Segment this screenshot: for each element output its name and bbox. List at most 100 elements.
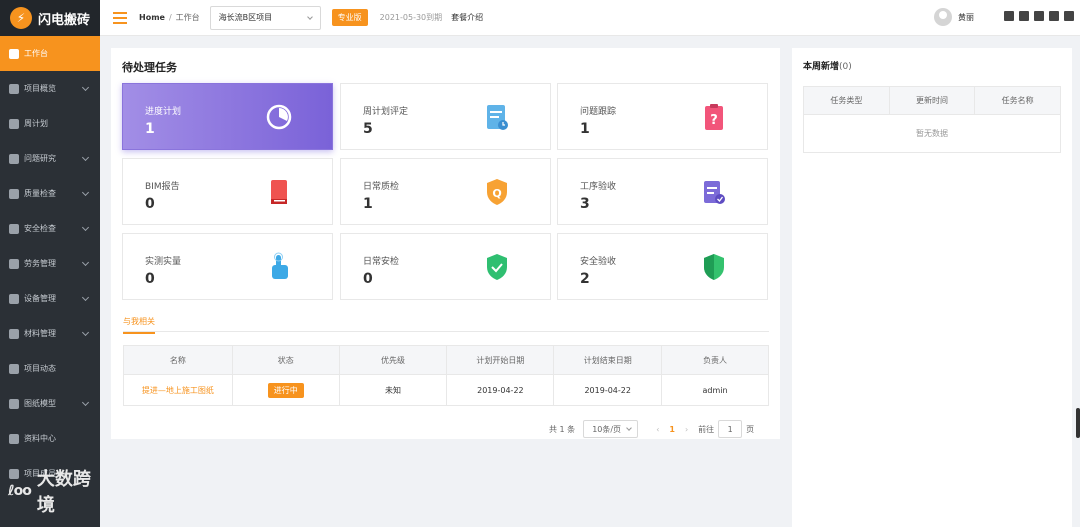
card-count: 1 xyxy=(363,196,373,212)
panel-title: 本周新增(0) xyxy=(803,59,852,72)
card-count: 1 xyxy=(580,121,590,137)
page-size-select[interactable]: 10条/页 xyxy=(583,420,639,438)
priority-cell: 未知 xyxy=(338,374,448,406)
svg-text:?: ? xyxy=(710,113,718,128)
document-icon[interactable] xyxy=(1049,11,1059,21)
expire-date: 2021-05-30到期 xyxy=(379,13,443,22)
watermark-text: 大数跨境 xyxy=(36,469,91,516)
total-count: 共 1 条 xyxy=(549,424,576,434)
page-unit-label: 页 xyxy=(746,424,755,434)
cube-icon[interactable] xyxy=(1019,11,1029,21)
watermark: ℓoo 大数跨境 xyxy=(8,465,100,517)
sidebar-item-news[interactable]: 项目动态 xyxy=(0,351,100,386)
sidebar-item-label: 周计划 xyxy=(24,119,48,128)
task-card-process-acceptance[interactable]: 工序验收 3 xyxy=(557,158,768,225)
logout-icon[interactable] xyxy=(1064,11,1074,21)
sidebar-item-label: 工作台 xyxy=(24,49,48,58)
chevron-down-icon xyxy=(81,188,90,197)
scrollbar[interactable] xyxy=(1076,408,1080,438)
home-icon xyxy=(9,83,19,94)
sidebar-item-quality[interactable]: 质量检查 xyxy=(0,176,100,211)
card-count: 5 xyxy=(363,121,373,137)
goto-page-input[interactable]: 1 xyxy=(718,420,743,438)
package-link[interactable]: 套餐介绍 xyxy=(451,12,483,23)
chevron-down-icon xyxy=(81,153,90,162)
task-table: 名称 状态 优先级 计划开始日期 计划结束日期 负责人 提进—地上施工图纸 进行… xyxy=(123,345,769,406)
avatar xyxy=(934,8,952,26)
card-label: 进度计划 xyxy=(145,107,182,117)
owner-cell: admin xyxy=(661,374,769,406)
sidebar-item-materials[interactable]: 材料管理 xyxy=(0,316,100,351)
task-card-measurement[interactable]: 实测实量 0 xyxy=(122,233,333,300)
sidebar-item-issues[interactable]: 问题研究 xyxy=(0,141,100,176)
prev-page-button[interactable]: ‹ xyxy=(656,425,659,434)
sidebar-nav: 工作台 项目概览 周计划 问题研究 质量检查 安全检查 劳务管理 设备管理 材料… xyxy=(0,36,100,491)
briefcase-icon xyxy=(9,258,19,269)
sidebar-item-label: 图纸模型 xyxy=(24,399,56,408)
page-size-value: 10条/页 xyxy=(592,424,622,434)
sidebar-item-overview[interactable]: 项目概览 xyxy=(0,71,100,106)
sidebar-item-label: 材料管理 xyxy=(24,329,56,338)
column-header: 负责人 xyxy=(661,345,769,375)
logo[interactable]: ⚡ 闪电搬砖 xyxy=(0,0,100,36)
clipboard-check-icon xyxy=(704,181,725,204)
next-page-button[interactable]: › xyxy=(685,425,688,434)
chevron-down-icon xyxy=(81,83,90,92)
book-icon xyxy=(271,180,287,204)
chevron-down-icon xyxy=(81,223,90,232)
panel-count: (0) xyxy=(839,62,852,72)
project-select[interactable]: 海长流B区项目 xyxy=(209,5,321,30)
tab-related-to-me[interactable]: 与我相关 xyxy=(123,316,155,334)
end-date-cell: 2019-04-22 xyxy=(553,374,663,406)
shield-icon xyxy=(704,254,724,280)
sidebar-item-label: 安全检查 xyxy=(24,224,56,233)
column-header: 任务类型 xyxy=(803,86,890,115)
home-icon[interactable] xyxy=(1004,11,1014,21)
current-page[interactable]: 1 xyxy=(669,425,675,434)
edition-badge: 专业版 xyxy=(331,9,368,26)
start-date-cell: 2019-04-22 xyxy=(446,374,555,406)
column-header: 名称 xyxy=(123,345,233,375)
breadcrumb-separator: / xyxy=(168,13,172,22)
sidebar-item-drawings[interactable]: 图纸模型 xyxy=(0,386,100,421)
column-header: 计划结束日期 xyxy=(553,345,663,375)
column-header: 计划开始日期 xyxy=(446,345,555,375)
sidebar-item-label: 问题研究 xyxy=(24,154,56,163)
task-card-daily-safety[interactable]: 日常安检 0 xyxy=(340,233,551,300)
column-header: 更新时间 xyxy=(888,86,976,115)
task-card-schedule[interactable]: 进度计划 1 xyxy=(122,83,333,150)
table-row[interactable]: 提进—地上施工图纸 进行中 未知 2019-04-22 2019-04-22 a… xyxy=(123,374,769,406)
sidebar-item-label: 项目动态 xyxy=(24,364,56,373)
task-card-issue-tracking[interactable]: 问题跟踪 1 ? xyxy=(557,83,768,150)
shield-icon xyxy=(9,188,19,199)
breadcrumb-home[interactable]: Home xyxy=(139,13,165,22)
question-icon xyxy=(9,153,19,164)
user-menu[interactable]: 黄丽 xyxy=(934,8,974,26)
card-label: 安全验收 xyxy=(580,257,617,267)
sidebar-item-documents[interactable]: 资料中心 xyxy=(0,421,100,456)
sidebar-item-workbench[interactable]: 工作台 xyxy=(0,36,100,71)
sidebar-item-label: 项目概览 xyxy=(24,84,56,93)
sidebar-item-weekly-plan[interactable]: 周计划 xyxy=(0,106,100,141)
sidebar-item-label: 资料中心 xyxy=(24,434,56,443)
sidebar-item-equipment[interactable]: 设备管理 xyxy=(0,281,100,316)
card-label: 工序验收 xyxy=(580,182,617,192)
status-badge: 进行中 xyxy=(267,382,304,398)
sidebar: ⚡ 闪电搬砖 工作台 项目概览 周计划 问题研究 质量检查 安全检查 劳务管理 … xyxy=(0,0,100,527)
chevron-down-icon xyxy=(81,398,90,407)
sidebar-item-labor[interactable]: 劳务管理 xyxy=(0,246,100,281)
column-header: 任务名称 xyxy=(974,86,1061,115)
card-label: 周计划评定 xyxy=(363,107,409,117)
chevron-down-icon xyxy=(626,425,633,431)
task-name-link[interactable]: 提进—地上施工图纸 xyxy=(123,374,233,406)
card-count: 1 xyxy=(145,121,155,137)
task-card-bim-report[interactable]: BIM报告 0 xyxy=(122,158,333,225)
monitor-icon[interactable] xyxy=(1034,11,1044,21)
task-card-weekly-plan[interactable]: 周计划评定 5 xyxy=(340,83,551,150)
sidebar-item-safety[interactable]: 安全检查 xyxy=(0,211,100,246)
logo-text: 闪电搬砖 xyxy=(38,12,91,28)
task-card-daily-quality[interactable]: 日常质检 1 Q xyxy=(340,158,551,225)
image-icon xyxy=(9,398,19,409)
menu-toggle-icon[interactable] xyxy=(113,11,127,24)
task-card-safety-acceptance[interactable]: 安全验收 2 xyxy=(557,233,768,300)
